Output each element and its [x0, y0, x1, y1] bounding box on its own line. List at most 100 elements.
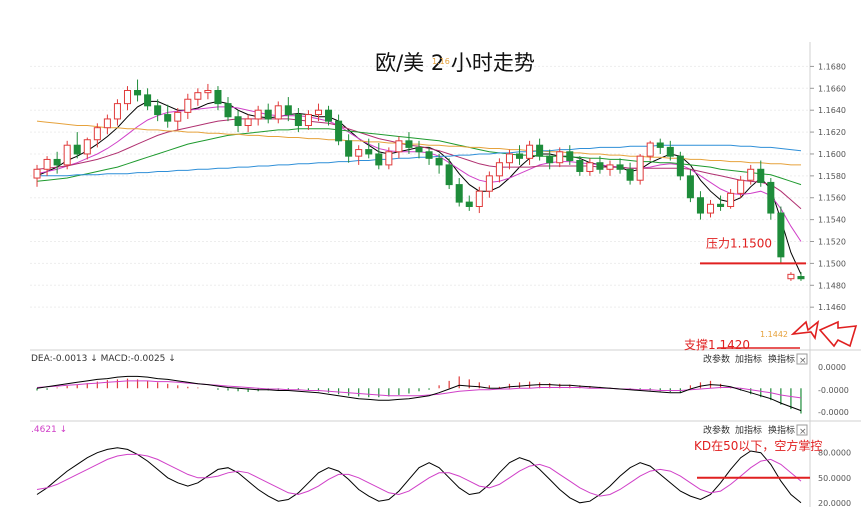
candle-body: [264, 109, 272, 120]
price-tick-label: 1.1500: [818, 259, 846, 268]
candle-body: [244, 118, 252, 127]
kd-line-d: [36, 453, 802, 497]
candle-body: [274, 105, 282, 120]
candle-body: [43, 158, 51, 170]
macd-tick-label: -0.0000: [818, 408, 849, 417]
candle-body: [616, 164, 624, 170]
candle-body: [686, 175, 694, 199]
candle-body: [626, 168, 634, 181]
candle-body: [717, 203, 725, 207]
candle-body: [505, 153, 513, 164]
candle-body: [224, 103, 232, 118]
candle-body: [33, 168, 41, 179]
candle-body: [385, 151, 393, 166]
price-tick-label: 1.1580: [818, 172, 846, 181]
candle-body: [395, 140, 403, 153]
candle-body: [455, 184, 463, 203]
candle-body: [154, 105, 162, 116]
candle-body: [445, 164, 453, 186]
price-tick-label: 1.1680: [818, 62, 846, 71]
candle-body: [777, 212, 785, 258]
kd-tick-label: 20.0000: [818, 499, 851, 507]
support-label: 支撑1.1420: [684, 337, 750, 352]
macd-axis-ticks: 0.0000 -0.0000 -0.0000: [818, 363, 849, 417]
macd-tick-label: 0.0000: [818, 363, 846, 372]
candle-body: [797, 276, 805, 280]
candle-body: [375, 153, 383, 166]
price-tick-label: 1.1460: [818, 303, 846, 312]
price-tick-label: 1.1560: [818, 194, 846, 203]
candle-body: [214, 89, 222, 105]
candle-body: [415, 146, 423, 153]
candle-body: [53, 158, 61, 166]
kd-change-params-button[interactable]: 改参数: [703, 424, 730, 436]
candle-body: [405, 140, 413, 148]
macd-toolbar: 改参数 加指标 换指标 ×: [703, 353, 808, 366]
kd-add-indicator-button[interactable]: 加指标: [735, 424, 762, 436]
price-tick-label: 1.1620: [818, 128, 846, 137]
kd-toolbar: 改参数 加指标 换指标 ×: [703, 424, 808, 437]
price-tick-label: 1.1540: [818, 216, 846, 225]
chart-canvas: 1.1680 1.1660 1.1640 1.1620 1.1600 1.1580 1.15…: [30, 42, 861, 507]
candle-body: [355, 149, 363, 157]
macd-switch-indicator-button[interactable]: 换指标: [768, 353, 795, 365]
candle-body: [234, 116, 242, 127]
kd-line-k: [36, 447, 802, 504]
candle-body: [365, 149, 373, 155]
chart-title: 欧/美 2 小时走势: [375, 51, 535, 75]
candle-body: [184, 98, 192, 113]
macd-close-icon: ×: [799, 356, 807, 366]
candle-body: [485, 175, 493, 192]
price-tick-label: 1.1520: [818, 238, 846, 247]
macd-histogram: [36, 376, 802, 414]
kd-axis-ticks: 80.0000 50.0000 20.0000: [818, 449, 851, 507]
candle-body: [767, 181, 775, 214]
candle-body: [194, 92, 202, 100]
candle-body: [636, 155, 644, 181]
candle-body: [475, 190, 483, 207]
candle-body: [646, 142, 654, 157]
candle-body: [596, 162, 604, 170]
kd-annotation: KD在50以下，空方掌控: [694, 438, 822, 453]
macd-lines: [36, 375, 802, 412]
kd-tick-label: 50.0000: [818, 474, 851, 483]
title-overlay-price: 1.16: [432, 57, 450, 66]
candle-body: [335, 120, 343, 142]
candle-body: [536, 144, 544, 157]
macd-header: DEA:-0.0013 ↓ MACD:-0.0025 ↓: [31, 354, 176, 364]
candle-body: [727, 192, 735, 207]
candle-body: [144, 94, 152, 107]
candle-body: [284, 105, 292, 116]
macd-change-params-button[interactable]: 改参数: [703, 353, 730, 365]
last-price-tag: 1.1442: [760, 330, 788, 339]
candle-body: [93, 127, 101, 141]
candle-body: [576, 160, 584, 172]
candle-body: [83, 139, 91, 155]
candle-body: [747, 168, 755, 181]
candle-body: [103, 118, 111, 129]
macd-add-indicator-button[interactable]: 加指标: [735, 353, 762, 365]
candle-body: [294, 114, 302, 127]
candle-body: [63, 144, 71, 166]
candle-body: [254, 109, 262, 120]
kd-close-icon: ×: [799, 427, 807, 437]
kd-switch-indicator-button[interactable]: 换指标: [768, 424, 795, 436]
candle-body: [757, 168, 765, 183]
candle-body: [516, 153, 524, 159]
candle-body: [134, 89, 142, 96]
candle-body: [123, 89, 132, 105]
kd-lines: [36, 447, 802, 504]
candle-body: [204, 89, 212, 94]
candle-body: [566, 151, 574, 162]
candle-body: [325, 109, 333, 122]
price-tick-label: 1.1600: [818, 150, 846, 159]
candle-body: [787, 273, 795, 280]
candle-body: [696, 197, 704, 214]
kd-tick-label: 80.0000: [818, 449, 851, 458]
candle-body: [345, 140, 353, 157]
candle-body: [495, 162, 503, 177]
price-tick-label: 1.1640: [818, 106, 846, 115]
candle-body: [425, 151, 433, 159]
candle-body: [737, 179, 745, 194]
candle-body: [606, 164, 614, 170]
